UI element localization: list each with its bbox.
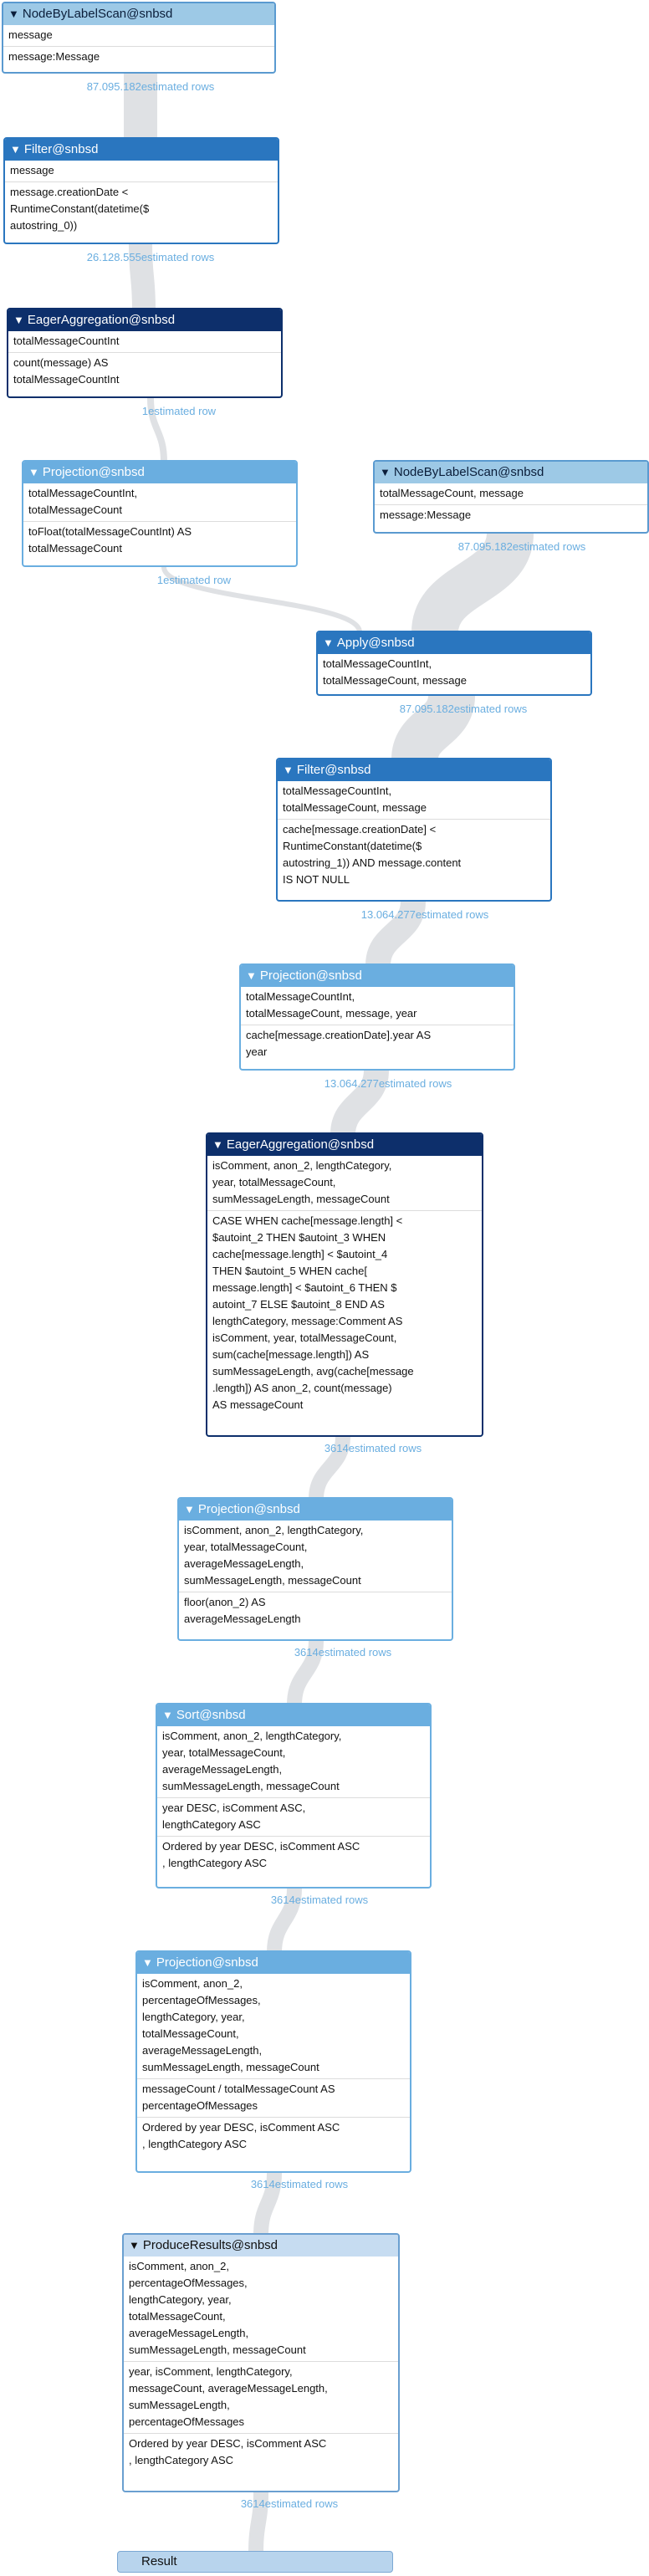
operator-node-sort[interactable]: ▼ Sort@snbsd isComment, anon_2, lengthCate… <box>156 1703 432 1889</box>
operator-title: NodeByLabelScan@snbsd <box>393 465 544 479</box>
operator-header[interactable]: ▼ Apply@snbsd <box>318 632 590 654</box>
operator-detail-section: message:Message <box>3 46 274 68</box>
collapse-triangle-icon[interactable]: ▼ <box>380 466 391 478</box>
operator-title: Filter@snbsd <box>296 763 371 777</box>
operator-detail-section: message.creationDate < RuntimeConstant(d… <box>5 181 278 237</box>
estimate-label: 3614estimated rows <box>324 1442 422 1454</box>
collapse-triangle-icon[interactable]: ▼ <box>129 2239 140 2251</box>
operator-title: EagerAggregation@snbsd <box>27 313 176 327</box>
operator-detail-section: year, isComment, lengthCategory, message… <box>124 2361 398 2433</box>
operator-detail-section: cache[message.creationDate] < RuntimeCon… <box>278 819 550 891</box>
estimate-label: 3614estimated rows <box>294 1646 392 1659</box>
operator-header[interactable]: ▼ NodeByLabelScan@snbsd <box>3 3 274 25</box>
operator-node-eager-aggregation-1[interactable]: ▼ EagerAggregation@snbsd totalMessageCount… <box>7 308 283 398</box>
operator-node-node-by-label-scan-1[interactable]: ▼ NodeByLabelScan@snbsd message message:Mes… <box>2 2 276 74</box>
collapse-triangle-icon[interactable]: ▼ <box>246 969 257 982</box>
collapse-triangle-icon[interactable]: ▼ <box>184 1503 195 1515</box>
estimate-label: 13.064.277estimated rows <box>324 1077 452 1090</box>
operator-detail-section: Ordered by year DESC, isComment ASC , le… <box>124 2433 398 2471</box>
operator-title: ProduceResults@snbsd <box>142 2238 279 2252</box>
operator-detail-section: totalMessageCountInt, totalMessageCount,… <box>283 785 427 814</box>
result-label: Result <box>141 2554 177 2568</box>
collapse-triangle-icon[interactable]: ▼ <box>8 8 19 20</box>
operator-detail-section: totalMessageCountInt, totalMessageCount,… <box>323 657 467 687</box>
result-node[interactable]: Result <box>117 2551 393 2573</box>
estimate-label: 13.064.277estimated rows <box>360 908 489 921</box>
operator-header[interactable]: ▼ Projection@snbsd <box>179 1499 452 1521</box>
estimate-label: 3614estimated rows <box>250 2178 349 2190</box>
collapse-triangle-icon[interactable]: ▼ <box>13 314 24 326</box>
operator-header[interactable]: ▼ Projection@snbsd <box>23 462 296 483</box>
operator-title: Projection@snbsd <box>156 1955 258 1970</box>
operator-detail-section: isComment, anon_2, percentageOfMessages,… <box>142 1977 319 2073</box>
operator-title: Projection@snbsd <box>259 969 362 983</box>
collapse-triangle-icon[interactable]: ▼ <box>142 1956 153 1969</box>
operator-title: NodeByLabelScan@snbsd <box>22 7 173 21</box>
operator-header[interactable]: ▼ Projection@snbsd <box>241 965 514 987</box>
operator-title: Projection@snbsd <box>42 465 145 479</box>
operator-detail-section: cache[message.creationDate].year AS year <box>241 1025 514 1063</box>
operator-detail-section: message:Message <box>375 504 647 526</box>
estimate-label: 26.128.555estimated rows <box>86 251 215 263</box>
operator-node-apply[interactable]: ▼ Apply@snbsd totalMessageCountInt, totalM… <box>316 631 592 696</box>
operator-detail-section: toFloat(totalMessageCountInt) AS totalMe… <box>23 521 296 560</box>
operator-title: Apply@snbsd <box>336 636 415 650</box>
operator-node-node-by-label-scan-2[interactable]: ▼ NodeByLabelScan@snbsd totalMessageCount,… <box>373 460 649 534</box>
operator-detail-section: message <box>8 28 53 41</box>
collapse-triangle-icon[interactable]: ▼ <box>28 466 39 478</box>
estimate-label: 3614estimated rows <box>270 1894 369 1906</box>
operator-header[interactable]: ▼ Sort@snbsd <box>157 1705 430 1726</box>
operator-detail-section: count(message) AS totalMessageCountInt <box>8 352 281 391</box>
operator-node-projection-1[interactable]: ▼ Projection@snbsd totalMessageCountInt, t… <box>22 460 298 567</box>
operator-title: Sort@snbsd <box>176 1708 246 1722</box>
operator-detail-section: year DESC, isComment ASC, lengthCategory… <box>157 1797 430 1836</box>
operator-detail-section: Ordered by year DESC, isComment ASC , le… <box>157 1836 430 1874</box>
operator-detail-section: isComment, anon_2, lengthCategory, year,… <box>212 1159 392 1205</box>
operator-detail-section: floor(anon_2) AS averageMessageLength <box>179 1592 452 1630</box>
collapse-triangle-icon[interactable]: ▼ <box>212 1138 223 1151</box>
collapse-triangle-icon[interactable]: ▼ <box>162 1709 173 1721</box>
operator-title: EagerAggregation@snbsd <box>226 1137 375 1152</box>
operator-node-eager-aggregation-2[interactable]: ▼ EagerAggregation@snbsd isComment, anon_2… <box>206 1132 483 1437</box>
operator-detail-section: totalMessageCountInt, totalMessageCount <box>28 487 138 516</box>
operator-node-projection-4[interactable]: ▼ Projection@snbsd isComment, anon_2, perc… <box>135 1950 411 2173</box>
operator-detail-section: isComment, anon_2, percentageOfMessages,… <box>129 2260 306 2356</box>
operator-detail-section: Ordered by year DESC, isComment ASC , le… <box>137 2117 410 2155</box>
operator-header[interactable]: ▼ Filter@snbsd <box>278 759 550 781</box>
operator-header[interactable]: ▼ ProduceResults@snbsd <box>124 2235 398 2257</box>
operator-node-produce-results[interactable]: ▼ ProduceResults@snbsd isComment, anon_2, … <box>122 2233 400 2492</box>
operator-header[interactable]: ▼ EagerAggregation@snbsd <box>207 1134 482 1156</box>
estimate-label: 1estimated row <box>141 405 217 417</box>
operator-header[interactable]: ▼ EagerAggregation@snbsd <box>8 309 281 331</box>
operator-node-projection-2[interactable]: ▼ Projection@snbsd totalMessageCountInt, t… <box>239 963 515 1071</box>
operator-node-filter-2[interactable]: ▼ Filter@snbsd totalMessageCountInt, total… <box>276 758 552 902</box>
operator-node-filter-1[interactable]: ▼ Filter@snbsd message message.creationDate… <box>3 137 279 244</box>
estimate-label: 87.095.182estimated rows <box>86 80 215 93</box>
operator-detail-section: messageCount / totalMessageCount AS perc… <box>137 2078 410 2117</box>
operator-detail-section: isComment, anon_2, lengthCategory, year,… <box>184 1524 364 1587</box>
operator-detail-section: isComment, anon_2, lengthCategory, year,… <box>162 1730 342 1792</box>
operator-detail-section: totalMessageCountInt, totalMessageCount,… <box>246 990 417 1020</box>
estimate-label: 3614estimated rows <box>240 2497 339 2510</box>
operator-detail-section: message <box>10 164 54 176</box>
operator-header[interactable]: ▼ Filter@snbsd <box>5 139 278 161</box>
operator-title: Filter@snbsd <box>23 142 99 156</box>
operator-detail-section: totalMessageCountInt <box>13 335 120 347</box>
operator-detail-section: totalMessageCount, message <box>380 487 524 499</box>
operator-header[interactable]: ▼ NodeByLabelScan@snbsd <box>375 462 647 483</box>
estimate-label: 87.095.182estimated rows <box>399 703 528 715</box>
collapse-triangle-icon[interactable]: ▼ <box>323 636 334 649</box>
operator-title: Projection@snbsd <box>197 1502 300 1516</box>
estimate-label: 1estimated row <box>156 574 232 586</box>
collapse-triangle-icon[interactable]: ▼ <box>283 764 294 776</box>
operator-node-projection-3[interactable]: ▼ Projection@snbsd isComment, anon_2, leng… <box>177 1497 453 1641</box>
operator-header[interactable]: ▼ Projection@snbsd <box>137 1952 410 1974</box>
operator-detail-section: CASE WHEN cache[message.length] < $autoi… <box>207 1210 482 1416</box>
estimate-label: 87.095.182estimated rows <box>457 540 586 553</box>
collapse-triangle-icon[interactable]: ▼ <box>10 143 21 156</box>
